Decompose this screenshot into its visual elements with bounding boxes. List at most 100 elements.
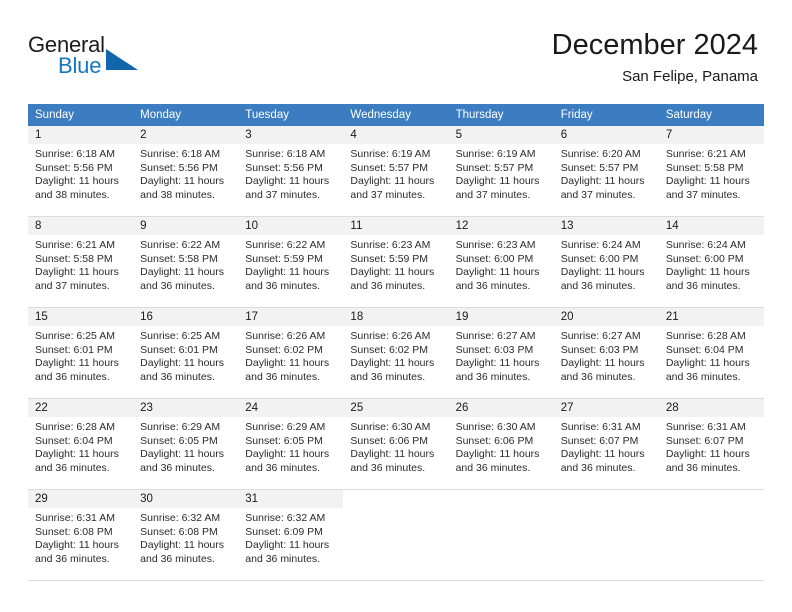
day-details: Sunrise: 6:28 AM Sunset: 6:04 PM Dayligh… — [659, 326, 764, 384]
calendar-day-cell[interactable]: 17 Sunrise: 6:26 AM Sunset: 6:02 PM Dayl… — [238, 307, 344, 399]
calendar-day-cell[interactable]: 9 Sunrise: 6:22 AM Sunset: 5:58 PM Dayli… — [133, 216, 239, 308]
day-details: Sunrise: 6:22 AM Sunset: 5:58 PM Dayligh… — [133, 235, 238, 293]
title-block: December 2024 San Felipe, Panama — [552, 28, 758, 88]
day-details: Sunrise: 6:18 AM Sunset: 5:56 PM Dayligh… — [133, 144, 238, 202]
calendar-day-cell[interactable]: 12 Sunrise: 6:23 AM Sunset: 6:00 PM Dayl… — [448, 216, 554, 308]
daylight-text-line1: Daylight: 11 hours — [350, 448, 435, 461]
calendar-day-cell[interactable]: 24 Sunrise: 6:29 AM Sunset: 6:05 PM Dayl… — [238, 398, 344, 490]
sunrise-text: Sunrise: 6:27 AM — [455, 330, 536, 342]
calendar-day-cell[interactable]: 19 Sunrise: 6:27 AM Sunset: 6:03 PM Dayl… — [448, 307, 554, 399]
calendar-day-cell[interactable]: 18 Sunrise: 6:26 AM Sunset: 6:02 PM Dayl… — [343, 307, 449, 399]
sunset-text: Sunset: 5:56 PM — [140, 161, 218, 174]
day-number — [449, 490, 554, 508]
day-details: Sunrise: 6:28 AM Sunset: 6:04 PM Dayligh… — [28, 417, 133, 475]
daylight-text-line2: and 36 minutes. — [140, 461, 215, 474]
sunrise-text: Sunrise: 6:26 AM — [350, 330, 431, 342]
calendar-day-cell[interactable]: 21 Sunrise: 6:28 AM Sunset: 6:04 PM Dayl… — [658, 307, 764, 399]
page-subtitle-location: San Felipe, Panama — [622, 68, 758, 85]
sunset-text: Sunset: 6:04 PM — [665, 343, 744, 356]
daylight-text-line2: and 36 minutes. — [350, 461, 426, 474]
calendar-day-cell[interactable]: 25 Sunrise: 6:30 AM Sunset: 6:06 PM Dayl… — [343, 398, 449, 490]
day-number: 7 — [658, 126, 764, 144]
daylight-text-line2: and 37 minutes. — [455, 188, 531, 201]
sunset-text: Sunset: 6:00 PM — [455, 252, 534, 265]
sunrise-text: Sunrise: 6:22 AM — [140, 239, 221, 251]
sunrise-text: Sunrise: 6:25 AM — [35, 330, 115, 342]
calendar-day-cell-empty — [343, 489, 449, 581]
calendar-day-cell[interactable]: 4 Sunrise: 6:19 AM Sunset: 5:57 PM Dayli… — [343, 126, 449, 217]
day-details: Sunrise: 6:32 AM Sunset: 6:09 PM Dayligh… — [238, 508, 343, 566]
day-details: Sunrise: 6:23 AM Sunset: 5:59 PM Dayligh… — [343, 235, 448, 293]
day-number: 3 — [238, 126, 344, 144]
calendar-day-cell[interactable]: 29 Sunrise: 6:31 AM Sunset: 6:08 PM Dayl… — [28, 489, 134, 581]
daylight-text-line2: and 36 minutes. — [245, 370, 320, 383]
weekday-header-wednesday: Wednesday — [343, 104, 449, 126]
calendar-day-cell[interactable]: 15 Sunrise: 6:25 AM Sunset: 6:01 PM Dayl… — [28, 307, 134, 399]
daylight-text-line2: and 36 minutes. — [350, 279, 426, 292]
calendar-day-cell[interactable]: 1 Sunrise: 6:18 AM Sunset: 5:56 PM Dayli… — [28, 126, 134, 217]
calendar-day-cell[interactable]: 26 Sunrise: 6:30 AM Sunset: 6:06 PM Dayl… — [448, 398, 554, 490]
calendar-day-cell[interactable]: 3 Sunrise: 6:18 AM Sunset: 5:56 PM Dayli… — [238, 126, 344, 217]
calendar-day-cell[interactable]: 28 Sunrise: 6:31 AM Sunset: 6:07 PM Dayl… — [658, 398, 764, 490]
sunrise-text: Sunrise: 6:22 AM — [245, 239, 326, 251]
daylight-text-line1: Daylight: 11 hours — [140, 357, 224, 370]
daylight-text-line2: and 36 minutes. — [665, 279, 741, 292]
sunset-text: Sunset: 5:57 PM — [455, 161, 534, 174]
daylight-text-line1: Daylight: 11 hours — [245, 357, 330, 370]
calendar-week-row: 15 Sunrise: 6:25 AM Sunset: 6:01 PM Dayl… — [28, 307, 764, 399]
daylight-text-line1: Daylight: 11 hours — [455, 448, 540, 461]
calendar-day-cell[interactable]: 5 Sunrise: 6:19 AM Sunset: 5:57 PM Dayli… — [448, 126, 554, 217]
daylight-text-line2: and 36 minutes. — [35, 461, 110, 474]
daylight-text-line2: and 36 minutes. — [455, 461, 531, 474]
sunrise-text: Sunrise: 6:24 AM — [560, 239, 641, 251]
day-number: 16 — [133, 308, 239, 326]
day-details: Sunrise: 6:19 AM Sunset: 5:57 PM Dayligh… — [343, 144, 448, 202]
sunset-text: Sunset: 6:04 PM — [35, 434, 113, 447]
day-details: Sunrise: 6:21 AM Sunset: 5:58 PM Dayligh… — [28, 235, 133, 293]
calendar-day-cell[interactable]: 30 Sunrise: 6:32 AM Sunset: 6:08 PM Dayl… — [133, 489, 239, 581]
day-number: 12 — [448, 217, 554, 235]
day-details: Sunrise: 6:30 AM Sunset: 6:06 PM Dayligh… — [343, 417, 448, 475]
calendar-day-cell[interactable]: 27 Sunrise: 6:31 AM Sunset: 6:07 PM Dayl… — [553, 398, 659, 490]
calendar-day-cell[interactable]: 13 Sunrise: 6:24 AM Sunset: 6:00 PM Dayl… — [553, 216, 659, 308]
daylight-text-line1: Daylight: 11 hours — [665, 448, 750, 461]
daylight-text-line2: and 36 minutes. — [665, 370, 741, 383]
daylight-text-line2: and 36 minutes. — [245, 552, 320, 565]
calendar-day-cell[interactable]: 11 Sunrise: 6:23 AM Sunset: 5:59 PM Dayl… — [343, 216, 449, 308]
day-number — [659, 490, 764, 508]
calendar-week-row: 8 Sunrise: 6:21 AM Sunset: 5:58 PM Dayli… — [28, 216, 764, 308]
sunset-text: Sunset: 6:00 PM — [665, 252, 744, 265]
daylight-text-line1: Daylight: 11 hours — [350, 175, 435, 188]
day-details: Sunrise: 6:27 AM Sunset: 6:03 PM Dayligh… — [449, 326, 554, 384]
day-details: Sunrise: 6:22 AM Sunset: 5:59 PM Dayligh… — [238, 235, 343, 293]
page-header: General Blue December 2024 San Felipe, P… — [28, 28, 758, 96]
calendar-day-cell[interactable]: 16 Sunrise: 6:25 AM Sunset: 6:01 PM Dayl… — [133, 307, 239, 399]
calendar-day-cell[interactable]: 14 Sunrise: 6:24 AM Sunset: 6:00 PM Dayl… — [658, 216, 764, 308]
sunrise-text: Sunrise: 6:21 AM — [35, 239, 115, 251]
sunset-text: Sunset: 5:58 PM — [35, 252, 113, 265]
day-number: 21 — [658, 308, 764, 326]
sunrise-text: Sunrise: 6:19 AM — [455, 148, 536, 160]
calendar-day-cell[interactable]: 10 Sunrise: 6:22 AM Sunset: 5:59 PM Dayl… — [238, 216, 344, 308]
daylight-text-line1: Daylight: 11 hours — [665, 357, 750, 370]
sunrise-text: Sunrise: 6:26 AM — [245, 330, 326, 342]
daylight-text-line2: and 36 minutes. — [35, 552, 110, 565]
daylight-text-line1: Daylight: 11 hours — [35, 539, 119, 552]
calendar-day-cell[interactable]: 2 Sunrise: 6:18 AM Sunset: 5:56 PM Dayli… — [133, 126, 239, 217]
calendar-day-cell[interactable]: 8 Sunrise: 6:21 AM Sunset: 5:58 PM Dayli… — [28, 216, 134, 308]
general-blue-logo[interactable]: General Blue — [28, 32, 148, 88]
calendar-day-cell[interactable]: 7 Sunrise: 6:21 AM Sunset: 5:58 PM Dayli… — [658, 126, 764, 217]
calendar-day-cell[interactable]: 22 Sunrise: 6:28 AM Sunset: 6:04 PM Dayl… — [28, 398, 134, 490]
sunset-text: Sunset: 5:59 PM — [350, 252, 429, 265]
day-details: Sunrise: 6:29 AM Sunset: 6:05 PM Dayligh… — [133, 417, 238, 475]
daylight-text-line1: Daylight: 11 hours — [350, 357, 435, 370]
daylight-text-line1: Daylight: 11 hours — [665, 175, 750, 188]
calendar-day-cell[interactable]: 31 Sunrise: 6:32 AM Sunset: 6:09 PM Dayl… — [238, 489, 344, 581]
calendar-day-cell[interactable]: 23 Sunrise: 6:29 AM Sunset: 6:05 PM Dayl… — [133, 398, 239, 490]
daylight-text-line2: and 37 minutes. — [35, 279, 110, 292]
day-number: 28 — [658, 399, 764, 417]
daylight-text-line2: and 36 minutes. — [140, 370, 215, 383]
calendar-day-cell[interactable]: 6 Sunrise: 6:20 AM Sunset: 5:57 PM Dayli… — [553, 126, 659, 217]
calendar-day-cell[interactable]: 20 Sunrise: 6:27 AM Sunset: 6:03 PM Dayl… — [553, 307, 659, 399]
day-number: 25 — [343, 399, 449, 417]
